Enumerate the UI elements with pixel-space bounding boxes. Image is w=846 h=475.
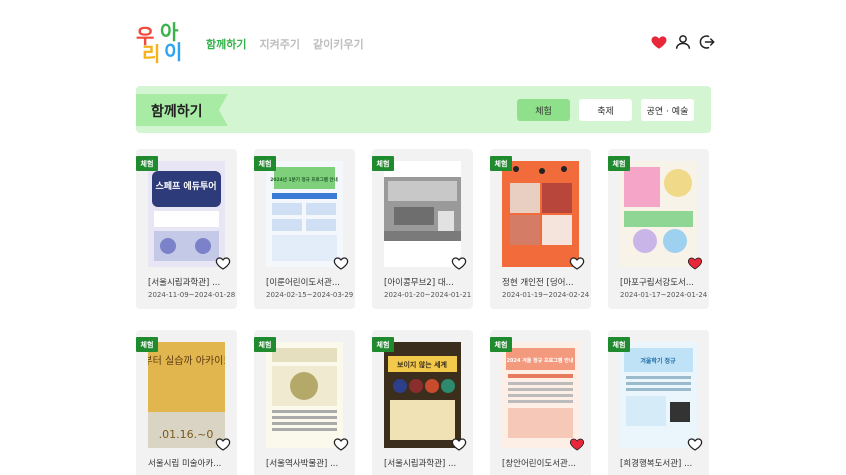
- event-card[interactable]: 체험 겨울학기 정규 [희경행복도서관] ...: [608, 330, 709, 475]
- category-badge: 체험: [372, 337, 394, 352]
- event-poster: 2024년 1분기 정규 프로그램 안내: [266, 161, 343, 267]
- nav-item-raise[interactable]: 같이키우기: [313, 36, 364, 52]
- poster-title-2: 2024년 1분기 정규 프로그램 안내: [270, 176, 337, 183]
- event-title: [희경행복도서관] ...: [620, 459, 693, 469]
- event-poster: 보이지 않는 세계: [384, 342, 461, 448]
- poster-art: 보이지 않는 세계: [384, 342, 461, 448]
- category-badge: 체험: [254, 156, 276, 171]
- event-date: 2024-01-20~2024-01-21: [384, 291, 472, 299]
- event-title: [마포구립서강도서...: [620, 278, 694, 288]
- logo-char-4: 이: [164, 40, 183, 64]
- event-poster: [266, 342, 343, 448]
- event-poster: 겨울학기 정규: [620, 342, 697, 448]
- event-card[interactable]: 체험 [마포구립서강도서... 2024-01-17~2024-01-24: [608, 149, 709, 309]
- category-badge: 체험: [136, 337, 158, 352]
- like-icon[interactable]: [687, 436, 703, 452]
- like-icon[interactable]: [215, 255, 231, 271]
- category-banner: 함께하기 체험 축제 공연 · 예술: [136, 86, 711, 133]
- event-card[interactable]: 체험 스페프 에듀투어 [서울시립과학관] ... 2024-11-09~202…: [136, 149, 237, 309]
- poster-art: [266, 342, 343, 448]
- event-title: [창안어린이도서관...: [502, 459, 576, 469]
- logo-char-2: 아: [160, 20, 179, 44]
- like-icon[interactable]: [569, 436, 585, 452]
- event-title: [아이콩무브2] 대...: [384, 278, 454, 288]
- event-card[interactable]: 체험 2024 겨울 정규 프로그램 안내 [창안어린이도서관...: [490, 330, 591, 475]
- header-icons: [650, 33, 716, 51]
- nav-item-together[interactable]: 함께하기: [206, 36, 246, 52]
- category-badge: 체험: [490, 156, 512, 171]
- poster-title-8: 보이지 않는 세계: [397, 360, 447, 369]
- filter-performance-button[interactable]: 공연 · 예술: [641, 99, 694, 121]
- poster-title-10: 겨울학기 정규: [640, 357, 676, 365]
- category-badge: 체험: [608, 156, 630, 171]
- event-title: [서울시립과학관] ...: [384, 459, 457, 469]
- filter-experience-button[interactable]: 체험: [517, 99, 570, 121]
- nav-item-protect[interactable]: 지켜주기: [259, 36, 299, 52]
- like-icon[interactable]: [333, 436, 349, 452]
- event-card[interactable]: 체험 보이지 않는 세계 [서울시립과학관] ...: [372, 330, 473, 475]
- event-card[interactable]: 체험 [아이콩무브2] 대... 2024-01-20~2024-01-21: [372, 149, 473, 309]
- poster-art: 겨울학기 정규: [620, 342, 697, 448]
- poster-title-9: 2024 겨울 정규 프로그램 안내: [507, 357, 574, 364]
- logo-char-3: 리: [142, 42, 161, 66]
- filter-festival-button[interactable]: 축제: [579, 99, 632, 121]
- event-title: 서울시립 미술아카...: [148, 459, 222, 469]
- like-icon[interactable]: [215, 436, 231, 452]
- event-card[interactable]: 체험 [서울역사박물관] ...: [254, 330, 355, 475]
- event-date: 2024-01-19~2024-02-24: [502, 291, 590, 299]
- event-poster: 부터 실습까 아카이브 .01.16.~0: [148, 342, 225, 448]
- event-card[interactable]: 체험 2024년 1분기 정규 프로그램 안내 [이룬어린이도서관... 202…: [254, 149, 355, 309]
- like-icon[interactable]: [451, 255, 467, 271]
- event-title: [이룬어린이도서관...: [266, 278, 340, 288]
- poster-date-6: .01.16.~0: [159, 428, 214, 441]
- category-badge: 체험: [372, 156, 394, 171]
- like-icon[interactable]: [569, 255, 585, 271]
- main-nav: 함께하기 지켜주기 같이키우기: [206, 36, 364, 52]
- logo[interactable]: 우 아 리 이: [136, 20, 188, 66]
- event-poster: [384, 161, 461, 267]
- event-title: 정현 개인전 [덩어...: [502, 278, 574, 288]
- poster-title-1: 스페프 에듀투어: [155, 180, 216, 192]
- poster-art: 부터 실습까 아카이브 .01.16.~0: [148, 342, 225, 448]
- poster-art: 2024년 1분기 정규 프로그램 안내: [266, 161, 343, 267]
- poster-title-6: 부터 실습까 아카이브: [148, 355, 225, 367]
- user-icon[interactable]: [674, 33, 692, 51]
- poster-art: 2024 겨울 정규 프로그램 안내: [502, 342, 579, 448]
- heart-icon[interactable]: [650, 33, 668, 51]
- category-badge: 체험: [608, 337, 630, 352]
- filter-group: 체험 축제 공연 · 예술: [517, 99, 694, 121]
- poster-art: [620, 161, 697, 267]
- event-title: [서울역사박물관] ...: [266, 459, 339, 469]
- banner-title: 함께하기: [151, 104, 203, 120]
- event-poster: [502, 161, 579, 267]
- event-date: 2024-11-09~2024-01-28: [148, 291, 236, 299]
- event-card[interactable]: 체험 부터 실습까 아카이브 .01.16.~0 서울시립 미술아카...: [136, 330, 237, 475]
- like-icon[interactable]: [451, 436, 467, 452]
- like-icon[interactable]: [687, 255, 703, 271]
- poster-art: [384, 161, 461, 267]
- event-card[interactable]: 체험 정현 개인전 [덩어... 2024-01-19~2024-02-24: [490, 149, 591, 309]
- category-badge: 체험: [136, 156, 158, 171]
- poster-art: [502, 161, 579, 267]
- event-title: [서울시립과학관] ...: [148, 278, 221, 288]
- event-poster: [620, 161, 697, 267]
- header: 우 아 리 이 함께하기 지켜주기 같이키우기: [0, 0, 846, 80]
- poster-art: 스페프 에듀투어: [148, 161, 225, 267]
- event-date: 2024-02-15~2024-03-29: [266, 291, 354, 299]
- category-badge: 체험: [254, 337, 276, 352]
- logout-icon[interactable]: [698, 33, 716, 51]
- event-date: 2024-01-17~2024-01-24: [620, 291, 708, 299]
- like-icon[interactable]: [333, 255, 349, 271]
- event-poster: 2024 겨울 정규 프로그램 안내: [502, 342, 579, 448]
- category-badge: 체험: [490, 337, 512, 352]
- event-poster: 스페프 에듀투어: [148, 161, 225, 267]
